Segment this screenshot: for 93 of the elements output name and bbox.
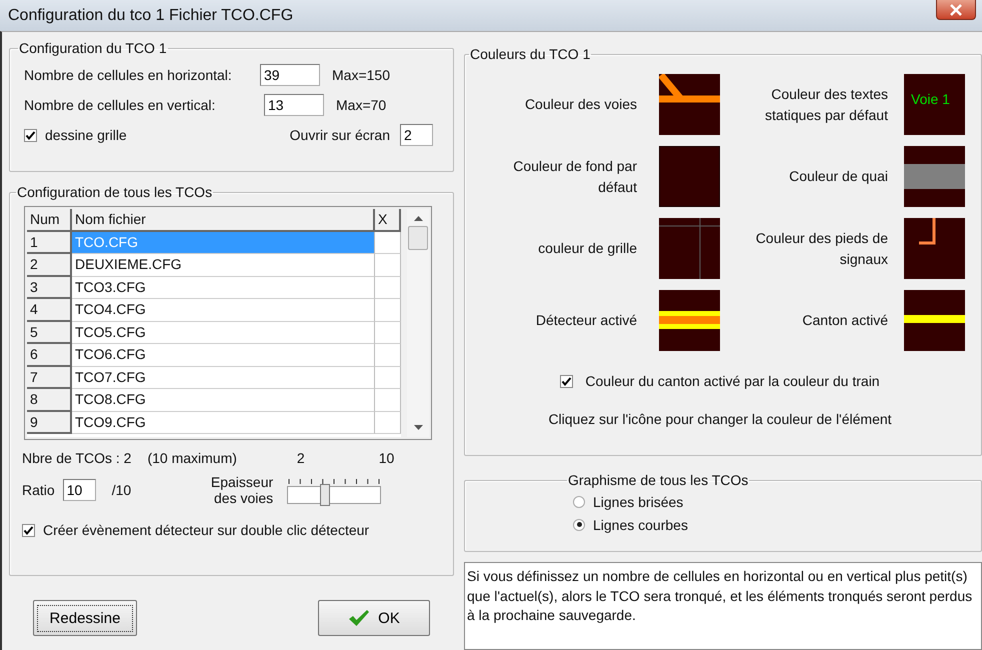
count-text: Nbre de TCOs : 2 bbox=[22, 450, 132, 466]
table-cell[interactable]: TCO6.CFG bbox=[72, 344, 375, 366]
table-cell[interactable] bbox=[375, 276, 401, 299]
group-title: Couleurs du TCO 1 bbox=[469, 46, 592, 62]
slider-min-label: 2 bbox=[296, 450, 305, 466]
color-swatch[interactable] bbox=[659, 218, 720, 279]
table-cell[interactable] bbox=[375, 322, 401, 344]
max-label: Max=150 bbox=[332, 67, 390, 83]
ratio-suffix: /10 bbox=[112, 482, 132, 498]
number-field[interactable]: 2 bbox=[400, 124, 433, 146]
color-label: Couleur des textes statiques par défaut bbox=[764, 85, 888, 125]
field-label: Ouvrir sur écran bbox=[290, 127, 390, 143]
row-number: 8 bbox=[27, 389, 72, 412]
radio-button[interactable] bbox=[573, 496, 585, 508]
field-label: Nombre de cellules en vertical: bbox=[24, 97, 216, 113]
row-number: 4 bbox=[27, 299, 72, 322]
color-swatch[interactable] bbox=[659, 74, 720, 135]
field-label: Nombre de cellules en horizontal: bbox=[24, 67, 233, 83]
slider-track[interactable] bbox=[287, 486, 382, 504]
close-button[interactable] bbox=[936, 0, 976, 20]
group-title: Configuration du TCO 1 bbox=[18, 40, 168, 56]
scroll-up-icon[interactable] bbox=[414, 215, 422, 221]
color-swatch[interactable]: Voie 1 bbox=[904, 74, 965, 135]
radio-button[interactable] bbox=[573, 518, 585, 530]
table-cell[interactable] bbox=[375, 232, 401, 254]
row-number: 6 bbox=[27, 344, 72, 366]
redraw-button[interactable]: Redessine bbox=[33, 600, 137, 636]
ok-button[interactable]: OK bbox=[318, 600, 430, 636]
row-number: 5 bbox=[27, 322, 72, 344]
slider-max-label: 10 bbox=[378, 450, 394, 466]
color-swatch[interactable] bbox=[904, 146, 965, 207]
checkbox-label: Créer évènement détecteur sur double clic détecteur bbox=[43, 522, 370, 538]
scroll-thumb[interactable] bbox=[408, 226, 428, 250]
table-cell[interactable] bbox=[375, 366, 401, 389]
checkmark-icon bbox=[25, 130, 36, 140]
scrollbar[interactable] bbox=[407, 209, 429, 437]
checkbox[interactable] bbox=[24, 128, 37, 142]
number-field[interactable]: 39 bbox=[260, 64, 320, 86]
table-cell[interactable]: TCO9.CFG bbox=[72, 412, 375, 434]
table-cell[interactable]: TCO8.CFG bbox=[72, 389, 375, 412]
checkbox[interactable] bbox=[560, 374, 574, 388]
checkmark-icon bbox=[348, 609, 370, 627]
color-label: Couleur de fond par défaut bbox=[512, 157, 637, 196]
ratio-field[interactable]: 10 bbox=[62, 479, 96, 502]
color-label: couleur de grille bbox=[538, 239, 637, 258]
number-field[interactable]: 13 bbox=[264, 94, 324, 116]
color-swatch[interactable] bbox=[659, 290, 720, 351]
scroll-down-icon[interactable] bbox=[414, 425, 422, 431]
color-label: Canton activé bbox=[802, 311, 888, 330]
checkbox[interactable] bbox=[22, 524, 35, 537]
table-cell[interactable] bbox=[375, 389, 401, 412]
slider-label: Epaisseur des voies bbox=[210, 474, 274, 506]
max-label: Max=70 bbox=[336, 97, 386, 113]
column-header[interactable]: Num bbox=[27, 209, 72, 232]
group-title: Graphisme de tous les TCOs bbox=[567, 472, 750, 488]
column-header[interactable]: Nom fichier bbox=[72, 209, 375, 232]
radio-label: Lignes courbes bbox=[593, 516, 688, 532]
info-text-area[interactable]: Si vous définissez un nombre de cellules en horizontal ou en vertical plus petit(s) que l'actuel(s), alors le TCO sera tronqué, et les éléments tronqués seront perdus à la prochaine sauvegarde. bbox=[464, 562, 982, 650]
radio-label: Lignes brisées bbox=[593, 494, 684, 510]
color-swatch[interactable] bbox=[904, 218, 965, 279]
column-header[interactable]: X bbox=[375, 209, 401, 232]
row-number: 2 bbox=[27, 254, 72, 276]
checkbox-label: dessine grille bbox=[45, 127, 127, 143]
window-title: Configuration du tco 1 Fichier TCO.CFG bbox=[8, 6, 294, 24]
field-label: Ratio bbox=[22, 482, 55, 498]
sample-text: Voie 1 bbox=[911, 91, 950, 107]
row-number: 3 bbox=[27, 276, 72, 299]
row-number: 9 bbox=[27, 412, 72, 434]
table-cell[interactable] bbox=[375, 412, 401, 434]
table-cell[interactable]: TCO7.CFG bbox=[72, 366, 375, 389]
hint-text: Cliquez sur l'icône pour changer la couleur de l'élément bbox=[547, 411, 893, 427]
table-cell[interactable] bbox=[375, 344, 401, 366]
table-cell[interactable]: TCO3.CFG bbox=[72, 276, 375, 299]
checkmark-icon bbox=[23, 524, 34, 536]
slider-thumb[interactable] bbox=[320, 484, 330, 506]
color-swatch[interactable] bbox=[659, 146, 720, 207]
checkbox-label: Couleur du canton activé par la couleur du train bbox=[585, 373, 880, 389]
table-cell[interactable] bbox=[375, 299, 401, 322]
color-label: Couleur de quai bbox=[789, 167, 888, 186]
close-icon bbox=[949, 4, 963, 16]
color-label: Couleur des voies bbox=[524, 95, 637, 114]
table-cell[interactable]: TCO4.CFG bbox=[72, 299, 375, 322]
maximum-text: (10 maximum) bbox=[147, 450, 237, 466]
group-title: Configuration de tous les TCOs bbox=[16, 184, 214, 200]
color-label: Couleur des pieds de signaux bbox=[754, 229, 888, 269]
table-cell[interactable]: DEUXIEME.CFG bbox=[72, 254, 375, 276]
row-number: 1 bbox=[27, 232, 72, 254]
color-swatch[interactable] bbox=[904, 290, 965, 351]
table-cell[interactable] bbox=[375, 254, 401, 276]
checkmark-icon bbox=[561, 376, 572, 386]
table-cell[interactable]: TCO5.CFG bbox=[72, 322, 375, 344]
color-label: Détecteur activé bbox=[536, 311, 637, 330]
row-number: 7 bbox=[27, 366, 72, 389]
